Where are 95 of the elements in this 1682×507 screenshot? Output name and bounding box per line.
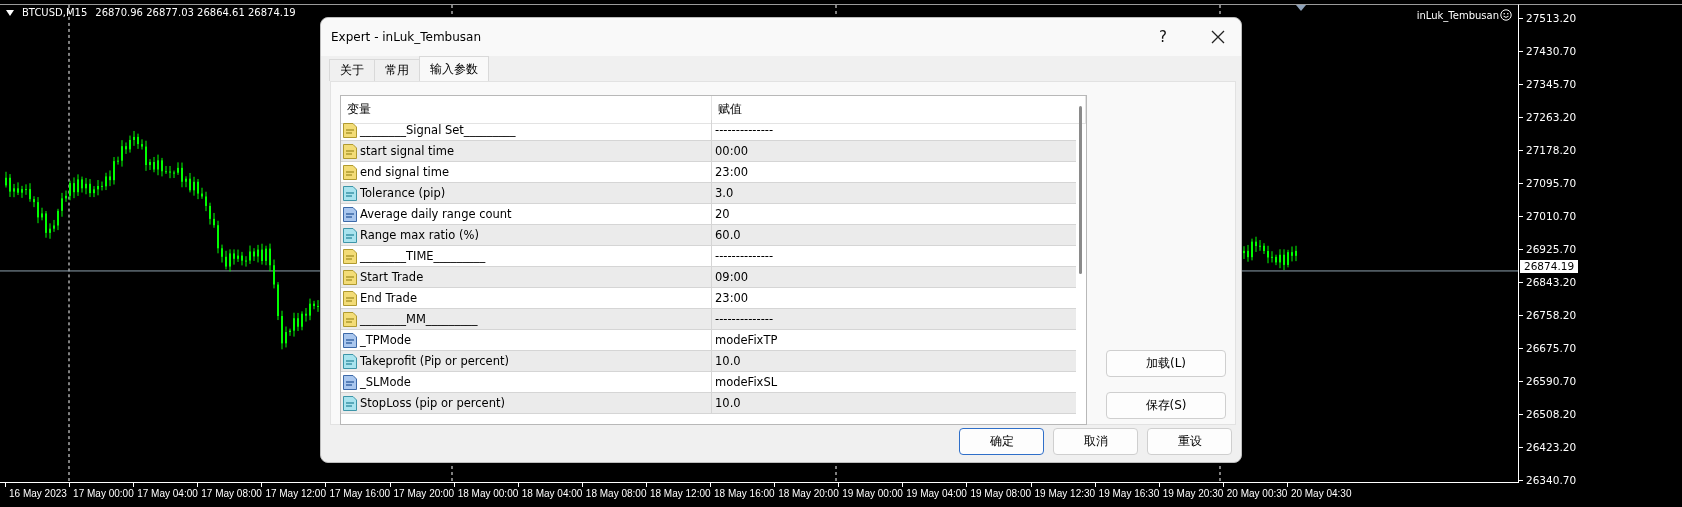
parameter-name[interactable]: Start Trade (360, 270, 424, 284)
parameter-name[interactable]: Average daily range count (360, 207, 512, 221)
time-axis-label: 20 May 04:30 (1290, 487, 1352, 500)
time-axis-label: 19 May 08:00 (970, 487, 1031, 500)
time-axis-label: 17 May 16:00 (329, 487, 391, 500)
parameter-type-icon (343, 185, 357, 201)
time-axis-label: 18 May 12:00 (649, 487, 711, 500)
price-axis-label: 26423.20 (1526, 441, 1577, 454)
time-axis-label: 16 May 2023 (9, 487, 67, 500)
time-axis-label: 17 May 20:00 (393, 487, 455, 500)
price-axis-label: 26925.70 (1526, 243, 1577, 256)
parameter-value[interactable]: -------------- (712, 246, 1076, 266)
price-axis-label: 27178.20 (1526, 144, 1577, 157)
time-axis-label: 18 May 00:00 (457, 487, 519, 500)
price-axis-label: 26590.70 (1526, 375, 1577, 388)
parameter-value[interactable]: 23:00 (712, 288, 1076, 308)
parameter-value[interactable]: 10.0 (712, 351, 1076, 371)
time-axis-label: 18 May 20:00 (778, 487, 839, 500)
dialog-button[interactable]: 保存(S) (1106, 392, 1226, 419)
time-axis-label: 19 May 16:30 (1098, 487, 1160, 500)
parameter-type-icon (343, 395, 357, 411)
time-axis-label: 18 May 08:00 (585, 487, 647, 500)
dialog-button[interactable]: 加载(L) (1106, 350, 1226, 377)
parameter-type-icon (343, 206, 357, 222)
tab[interactable]: 关于 (329, 59, 375, 81)
parameter-type-icon (343, 374, 357, 390)
parameter-name[interactable]: ________TIME_________ (360, 249, 486, 263)
time-axis-label: 17 May 00:00 (73, 487, 134, 500)
scrollbar-thumb[interactable] (1079, 106, 1082, 274)
price-axis-label: 27345.70 (1526, 78, 1577, 91)
price-axis-label: 27095.70 (1526, 177, 1577, 190)
parameter-value[interactable]: modeFixTP (712, 330, 1076, 350)
price-axis-label: 27513.20 (1526, 12, 1577, 25)
help-button[interactable]: ? (1155, 28, 1171, 46)
price-axis-label: 26758.20 (1526, 309, 1577, 322)
price-axis-label: 27430.70 (1526, 45, 1577, 58)
dialog-button[interactable]: 取消 (1053, 428, 1138, 455)
parameter-value[interactable]: 09:00 (712, 267, 1076, 287)
parameter-value[interactable]: 10.0 (712, 393, 1076, 413)
parameter-value[interactable]: -------------- (712, 309, 1076, 329)
time-axis-label: 19 May 00:00 (842, 487, 903, 500)
time-axis-label: 19 May 20:30 (1162, 487, 1224, 500)
parameter-value[interactable]: 20 (712, 204, 1076, 224)
time-axis-label: 18 May 04:00 (521, 487, 583, 500)
parameter-type-icon (343, 332, 357, 348)
tab[interactable]: 输入参数 (419, 56, 489, 81)
indicator-name: inLuk_Tembusan (1416, 9, 1499, 21)
time-axis-label: 17 May 12:00 (265, 487, 326, 500)
chart-quote: 26870.96 26877.03 26864.61 26874.19 (95, 7, 296, 18)
parameter-name[interactable]: _TPMode (360, 333, 412, 347)
time-axis-label: 17 May 08:00 (201, 487, 262, 500)
dialog-button[interactable]: 重设 (1147, 428, 1232, 455)
parameter-type-icon (343, 164, 357, 180)
current-price-label: 26874.19 (1520, 260, 1579, 273)
parameter-name[interactable]: start signal time (360, 144, 455, 158)
close-button[interactable] (1209, 28, 1227, 46)
parameter-name[interactable]: ________MM_________ (360, 312, 478, 326)
triangle-marker-icon (1296, 5, 1306, 11)
parameter-value[interactable]: 23:00 (712, 162, 1076, 182)
parameter-name[interactable]: end signal time (360, 165, 449, 179)
price-axis-label: 26340.70 (1526, 474, 1577, 487)
dialog-button[interactable]: 确定 (959, 428, 1044, 455)
parameter-type-icon (343, 143, 357, 159)
price-axis-label: 26843.20 (1526, 276, 1577, 289)
parameter-type-icon (343, 353, 357, 369)
parameter-value[interactable]: modeFixSL (712, 372, 1076, 392)
time-axis-label: 17 May 04:00 (137, 487, 198, 500)
price-axis-label: 26675.70 (1526, 342, 1577, 355)
parameter-type-icon (343, 311, 357, 327)
time-axis-label: 20 May 00:30 (1226, 487, 1288, 500)
smiley-icon (1500, 9, 1512, 21)
time-axis-label: 18 May 16:00 (714, 487, 775, 500)
parameter-name[interactable]: ________Signal Set_________ (360, 123, 516, 137)
dialog-title: Expert - inLuk_Tembusan (331, 30, 483, 44)
price-axis-label: 27010.70 (1526, 210, 1577, 223)
parameter-name[interactable]: End Trade (360, 291, 417, 305)
parameter-name[interactable]: Takeprofit (Pip or percent) (360, 354, 509, 368)
time-axis-label: 19 May 04:00 (906, 487, 967, 500)
chart-symbol: BTCUSD,M15 (22, 7, 88, 18)
parameter-name[interactable]: Range max ratio (%) (360, 228, 479, 242)
parameter-name[interactable]: Tolerance (pip) (360, 186, 446, 200)
parameter-type-icon (343, 290, 357, 306)
parameter-value[interactable]: 00:00 (712, 141, 1076, 161)
time-axis-label: 19 May 12:30 (1034, 487, 1096, 500)
parameter-type-icon (343, 122, 357, 138)
parameter-value[interactable]: 60.0 (712, 225, 1076, 245)
parameter-type-icon (343, 248, 357, 264)
parameter-type-icon (343, 269, 357, 285)
price-axis-label: 26508.20 (1526, 408, 1577, 421)
parameter-value[interactable]: 3.0 (712, 183, 1076, 203)
parameter-type-icon (343, 227, 357, 243)
parameter-name[interactable]: StopLoss (pip or percent) (360, 396, 505, 410)
parameter-name[interactable]: _SLMode (360, 375, 411, 389)
dropdown-triangle-icon[interactable] (6, 9, 14, 16)
price-axis-label: 27263.20 (1526, 111, 1577, 124)
